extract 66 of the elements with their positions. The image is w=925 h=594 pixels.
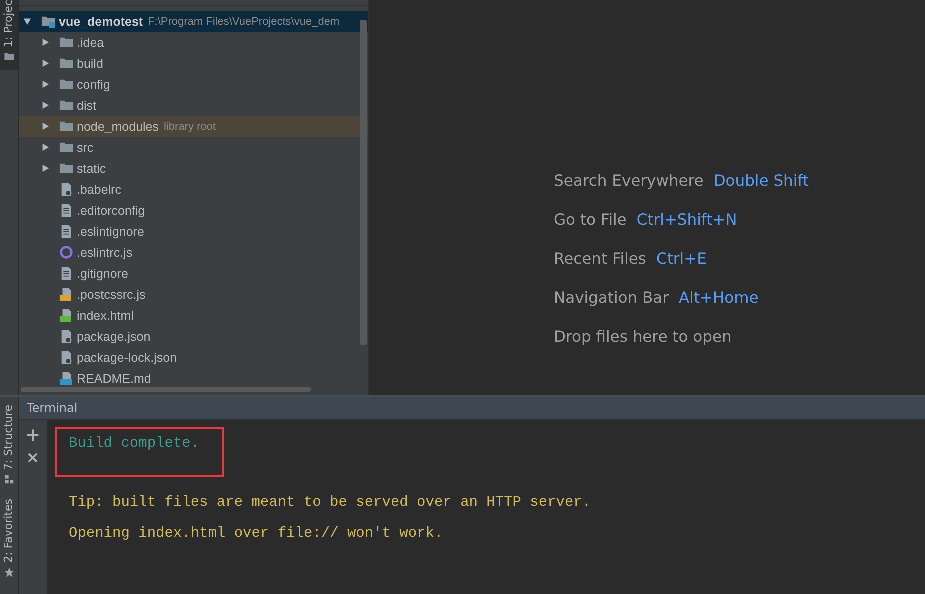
markdown-file-icon xyxy=(59,371,74,386)
terminal-title: Terminal xyxy=(27,401,78,415)
tree-item[interactable]: .gitignore xyxy=(19,263,368,284)
terminal-line: Opening index.html over file:// won't work. xyxy=(68,525,444,544)
hint-label: Navigation Bar xyxy=(554,288,670,308)
collapsed-arrow-icon[interactable] xyxy=(41,122,50,131)
tree-item[interactable]: .idea xyxy=(19,32,368,53)
shortcut: Alt+Home xyxy=(679,288,759,308)
html-file-icon xyxy=(59,308,74,323)
hint-label: Search Everywhere xyxy=(554,171,704,191)
scrollbar[interactable] xyxy=(360,20,367,345)
collapsed-arrow-icon[interactable] xyxy=(41,164,50,173)
expanded-arrow-icon[interactable] xyxy=(23,17,32,26)
folder-icon xyxy=(59,77,74,92)
tree-item[interactable]: config xyxy=(19,74,368,95)
tree-item[interactable]: vue_demotest F:\Program Files\VueProjects\vue_dem xyxy=(19,11,368,32)
tree-item[interactable]: .editorconfig xyxy=(19,200,368,221)
tree-item[interactable]: README.md xyxy=(19,368,368,389)
folder-icon xyxy=(59,140,74,155)
folder-icon xyxy=(59,119,74,134)
gear-file-icon xyxy=(59,329,74,344)
hint-label: Drop files here to open xyxy=(554,327,732,347)
shortcut: Ctrl+Shift+N xyxy=(636,210,738,230)
tree-item[interactable]: dist xyxy=(19,95,368,116)
tree-item[interactable]: .eslintignore xyxy=(19,221,368,242)
hint-label: Go to File xyxy=(554,210,627,230)
star-icon xyxy=(4,567,14,578)
structure-icon xyxy=(4,474,14,486)
scrollbar[interactable] xyxy=(21,387,311,392)
tree-item[interactable]: node_modules library root xyxy=(19,116,368,137)
gear-file-icon xyxy=(59,182,74,197)
folder-icon xyxy=(59,161,74,176)
collapsed-arrow-icon[interactable] xyxy=(41,38,50,47)
tree-item[interactable]: index.html xyxy=(19,305,368,326)
tree-item[interactable]: .eslintrc.js xyxy=(19,242,368,263)
tree-item[interactable]: build xyxy=(19,53,368,74)
terminal-line: Tip: built files are meant to be served over an HTTP server. xyxy=(68,494,592,513)
tree-item[interactable]: static xyxy=(19,158,368,179)
close-button[interactable]: × xyxy=(22,448,44,468)
tree-item[interactable]: src xyxy=(19,137,368,158)
tree-item[interactable]: package-lock.json xyxy=(19,347,368,368)
hint-label: Recent Files xyxy=(554,249,647,269)
tree-item[interactable]: .postcssrc.js xyxy=(19,284,368,305)
text-file-icon xyxy=(59,224,74,239)
tree-item[interactable]: .babelrc xyxy=(19,179,368,200)
js-file-icon xyxy=(59,287,74,302)
text-file-icon xyxy=(59,266,74,281)
shortcut: Ctrl+E xyxy=(656,249,707,269)
folder-icon xyxy=(4,50,14,62)
folder-icon xyxy=(59,56,74,71)
collapsed-arrow-icon[interactable] xyxy=(41,80,50,89)
tree-item[interactable]: package.json xyxy=(19,326,368,347)
shortcut: Double Shift xyxy=(714,171,809,191)
collapsed-arrow-icon[interactable] xyxy=(41,59,50,68)
collapsed-arrow-icon[interactable] xyxy=(41,143,50,152)
folder-icon xyxy=(41,14,56,29)
side-tab[interactable]: 1: Projec xyxy=(0,0,18,70)
add-button[interactable]: + xyxy=(21,426,45,446)
text-file-icon xyxy=(59,203,74,218)
gear-file-icon xyxy=(59,350,74,365)
folder-icon xyxy=(59,35,74,50)
collapsed-arrow-icon[interactable] xyxy=(41,101,50,110)
folder-icon xyxy=(59,98,74,113)
side-tab[interactable]: 2: Favorites xyxy=(0,491,18,584)
circle-icon xyxy=(59,245,74,260)
side-tab[interactable]: 7: Structure xyxy=(0,397,18,492)
